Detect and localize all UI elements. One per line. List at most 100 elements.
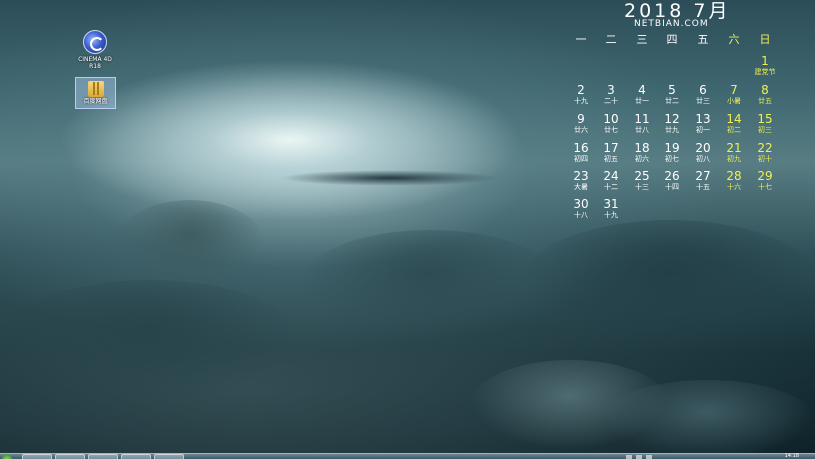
calendar-day-lunar: 廿六 — [574, 126, 588, 134]
calendar-day: 19 初七 — [657, 142, 687, 164]
calendar-day: 12 廿九 — [657, 113, 687, 135]
calendar-day-lunar: 十二 — [604, 183, 618, 191]
cloud-shape — [600, 380, 815, 453]
calendar-day: 27 十五 — [688, 170, 718, 192]
calendar-day: 28 十六 — [719, 170, 749, 192]
calendar-day-lunar: 初七 — [665, 155, 679, 163]
desktop-wallpaper[interactable]: CINEMA 4D R18 百度网盘 2018 7月 NETBIAN.COM 一… — [0, 0, 815, 453]
calendar-day: 14 初二 — [719, 113, 749, 135]
calendar-weekday: 二 — [605, 33, 617, 46]
calendar-day-number: 9 — [577, 112, 585, 126]
desktop-icon-cinema4d[interactable]: CINEMA 4D R18 — [75, 30, 115, 70]
calendar-day-lunar: 初六 — [635, 155, 649, 163]
calendar-day: 8 廿五 — [750, 84, 780, 106]
calendar-day-lunar: 二十 — [604, 97, 618, 105]
calendar-day: 30 十八 — [566, 198, 596, 220]
calendar-day-number: 6 — [699, 83, 707, 97]
calendar-day-number: 29 — [757, 169, 773, 183]
calendar-day: 4 廿一 — [627, 84, 657, 106]
calendar-day-lunar: 建党节 — [754, 68, 776, 76]
taskbar: 14:18 — [0, 453, 815, 459]
calendar-day: 6 廿三 — [688, 84, 718, 106]
calendar-day-lunar: 初五 — [604, 155, 618, 163]
calendar-day-lunar: 初四 — [574, 155, 588, 163]
calendar-day-number: 27 — [695, 169, 711, 183]
calendar-day-number: 4 — [638, 83, 646, 97]
taskbar-app-button[interactable] — [22, 454, 52, 459]
calendar-day-number: 5 — [668, 83, 676, 97]
calendar-day: 23 大暑 — [566, 170, 596, 192]
calendar-day-lunar: 廿八 — [635, 126, 649, 134]
calendar-day-number: 13 — [695, 112, 711, 126]
calendar-day-lunar: 廿二 — [665, 97, 679, 105]
calendar-day-number: 24 — [603, 169, 619, 183]
start-button[interactable] — [2, 454, 12, 459]
calendar-day: 21 初九 — [719, 142, 749, 164]
tray-icon[interactable] — [626, 455, 632, 459]
cloud-shape — [280, 170, 500, 186]
tray-icon[interactable] — [636, 455, 642, 459]
calendar-day-number: 3 — [607, 83, 615, 97]
calendar-day: 31 十九 — [596, 198, 626, 220]
calendar-day: 13 初一 — [688, 113, 718, 135]
calendar-weekday: 四 — [666, 33, 678, 46]
calendar-day: 17 初五 — [596, 142, 626, 164]
calendar-weekday: 一 — [575, 33, 587, 46]
calendar-day-number: 16 — [573, 141, 589, 155]
desktop-icon-label: R18 — [89, 63, 101, 70]
taskbar-app-button[interactable] — [88, 454, 118, 459]
calendar-day-number: 8 — [761, 83, 769, 97]
calendar-day-number: 30 — [573, 197, 589, 211]
calendar-day-lunar: 十七 — [758, 183, 772, 191]
calendar-day-lunar: 初三 — [758, 126, 772, 134]
calendar-day-number: 31 — [603, 197, 619, 211]
calendar-day-number: 2 — [577, 83, 585, 97]
calendar-day-lunar: 初十 — [758, 155, 772, 163]
desktop-icon-folder[interactable]: 百度网盘 — [75, 77, 116, 109]
calendar-day-number: 14 — [726, 112, 742, 126]
calendar-day-lunar: 小暑 — [727, 97, 741, 105]
calendar-day-lunar: 十八 — [574, 211, 588, 219]
calendar-day: 16 初四 — [566, 142, 596, 164]
calendar-day: 10 廿七 — [596, 113, 626, 135]
cinema4d-icon — [83, 30, 107, 54]
calendar-day-number: 15 — [757, 112, 773, 126]
tray-icon[interactable] — [646, 455, 652, 459]
calendar-day-lunar: 大暑 — [574, 183, 588, 191]
calendar-day-lunar: 十九 — [574, 97, 588, 105]
cloud-shape — [0, 280, 300, 400]
taskbar-app-button[interactable] — [154, 454, 184, 459]
calendar-day: 11 廿八 — [627, 113, 657, 135]
calendar-day-number: 28 — [726, 169, 742, 183]
folder-icon — [87, 81, 104, 97]
calendar-day: 5 廿二 — [657, 84, 687, 106]
calendar-subtitle: NETBIAN.COM — [634, 19, 709, 29]
taskbar-app-button[interactable] — [55, 454, 85, 459]
calendar-day: 29 十七 — [750, 170, 780, 192]
calendar-day-number: 7 — [730, 83, 738, 97]
calendar-weekday: 五 — [697, 33, 709, 46]
taskbar-app-button[interactable] — [121, 454, 151, 459]
calendar-day-lunar: 廿三 — [696, 97, 710, 105]
calendar-day: 20 初八 — [688, 142, 718, 164]
taskbar-clock[interactable]: 14:18 — [785, 453, 799, 459]
calendar-day-number: 21 — [726, 141, 742, 155]
calendar-day: 1 建党节 — [750, 55, 780, 77]
cloud-shape — [520, 220, 815, 350]
calendar-day: 15 初三 — [750, 113, 780, 135]
calendar-day-number: 10 — [603, 112, 619, 126]
calendar-day-lunar: 十五 — [696, 183, 710, 191]
cloud-shape — [115, 200, 265, 290]
calendar-day-lunar: 十四 — [665, 183, 679, 191]
desktop-icon-label: 百度网盘 — [83, 98, 108, 105]
calendar-day: 24 十二 — [596, 170, 626, 192]
calendar-day: 2 十九 — [566, 84, 596, 106]
desktop-icon-label: CINEMA 4D — [78, 56, 112, 63]
calendar-day-lunar: 十九 — [604, 211, 618, 219]
calendar-day-number: 18 — [634, 141, 650, 155]
calendar-day-number: 20 — [695, 141, 711, 155]
calendar-day-lunar: 廿一 — [635, 97, 649, 105]
calendar-day: 22 初十 — [750, 142, 780, 164]
calendar-day: 18 初六 — [627, 142, 657, 164]
calendar-day-number: 26 — [664, 169, 680, 183]
